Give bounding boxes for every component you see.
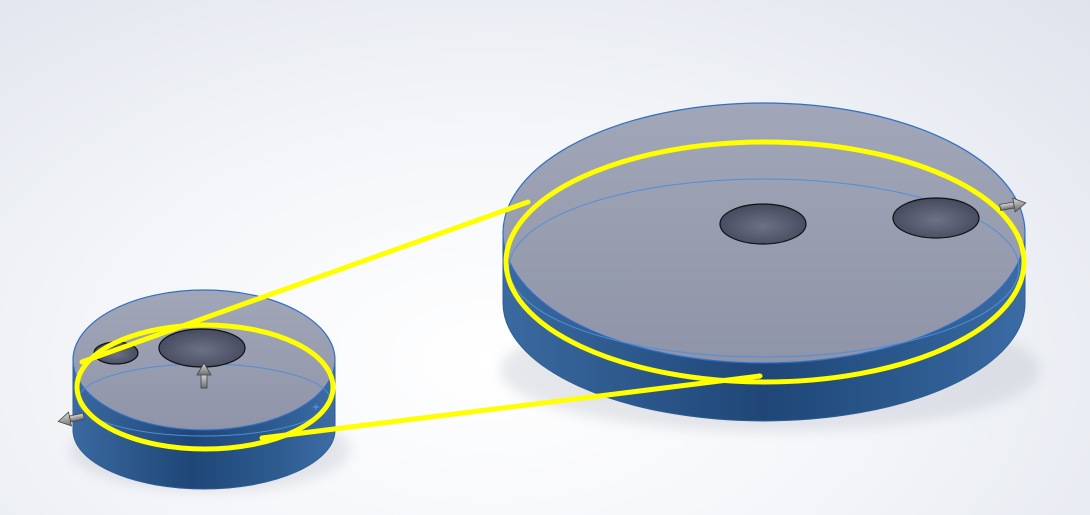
small-pulley-center-hole[interactable] (158, 328, 246, 368)
graphics-viewport[interactable]: + + (0, 0, 1090, 515)
large-pulley-offset-hole[interactable] (892, 197, 980, 239)
large-pulley-center-hole[interactable] (719, 203, 807, 245)
cad-3d-scene[interactable]: + + (0, 0, 1090, 515)
large-pulley[interactable]: + (502, 102, 1026, 422)
small-pulley-origin-marker: + (312, 402, 320, 413)
